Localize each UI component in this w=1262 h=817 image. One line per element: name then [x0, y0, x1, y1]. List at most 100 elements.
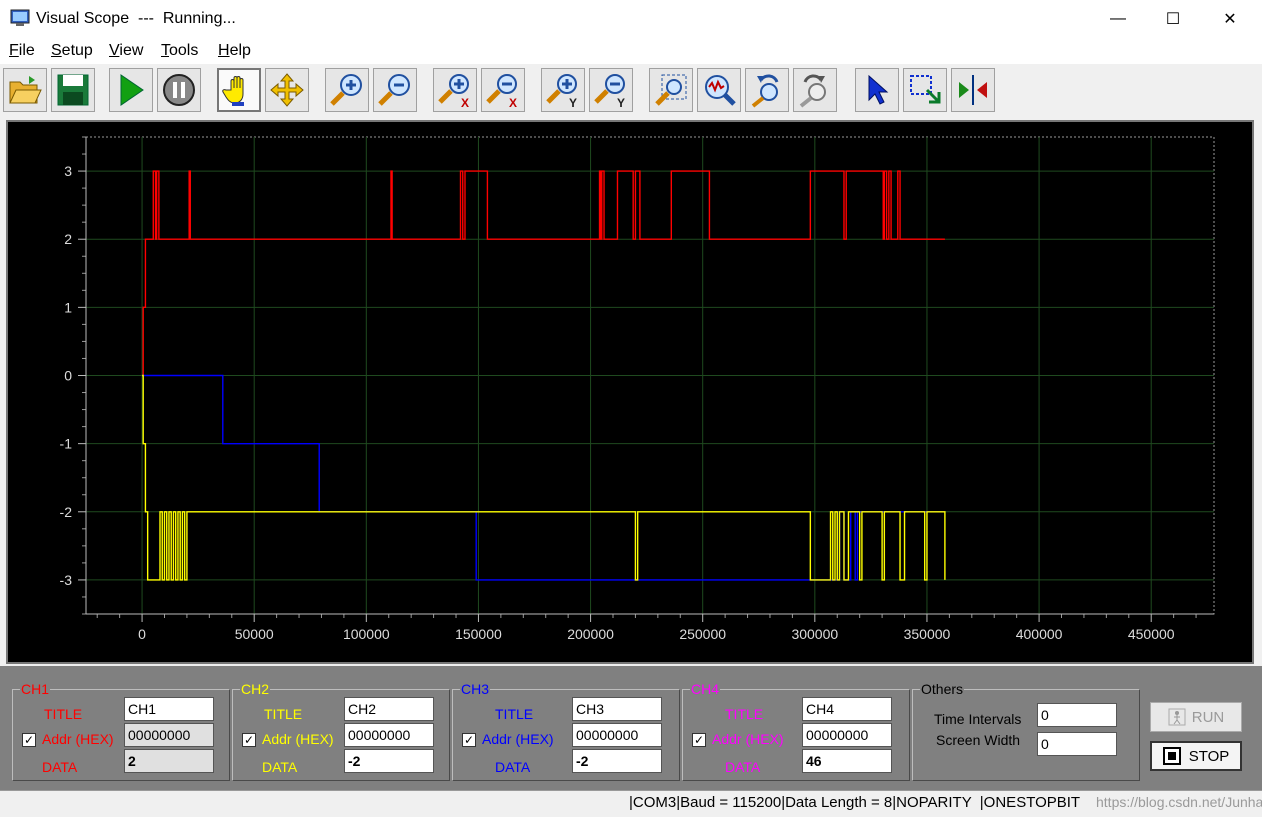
run-panel-button[interactable]: RUN [1150, 702, 1242, 732]
ch1-enable-checkbox[interactable]: ✓ [22, 733, 36, 747]
y-tick-label: -1 [60, 436, 73, 452]
y-axis: 3 2 1 0 -1 -2 -3 [60, 136, 87, 615]
minimize-icon: — [1110, 10, 1126, 27]
run-icon [120, 74, 144, 106]
zoom-redo-icon [799, 74, 826, 108]
ch4-group-title: CH4 [690, 681, 721, 697]
zoom-out-x-icon: X [486, 74, 517, 108]
select-area-button[interactable] [903, 68, 947, 112]
ch4-title-input[interactable] [802, 697, 892, 721]
screen-width-input[interactable] [1037, 732, 1117, 756]
menu-view[interactable]: View [109, 42, 143, 60]
ch1-title-label: TITLE [44, 706, 83, 722]
scope-chart[interactable]: 3 2 1 0 -1 -2 -3 0 50000 100000 150000 200000 25000… [6, 120, 1254, 664]
ch4-data-value [802, 749, 892, 773]
zoom-in-x-button[interactable]: X [433, 68, 477, 112]
ch2-enable-checkbox[interactable]: ✓ [242, 733, 256, 747]
x-tick-label: 250000 [679, 626, 726, 642]
ch4-data-label: DATA [725, 759, 761, 775]
zoom-in-button[interactable] [325, 68, 369, 112]
ch3-enable-checkbox[interactable]: ✓ [462, 733, 476, 747]
ch3-title-label: TITLE [495, 706, 534, 722]
x-axis: 0 50000 100000 150000 200000 250000 300000 3500… [86, 613, 1214, 642]
ch2-data-label: DATA [262, 759, 298, 775]
x-tick-label: 0 [138, 626, 146, 642]
zoom-out-button[interactable] [373, 68, 417, 112]
ch4-title-label: TITLE [725, 706, 764, 722]
x-tick-label: 450000 [1128, 626, 1175, 642]
ch2-addr-label: Addr (HEX) [262, 731, 334, 747]
menu-file[interactable]: File [9, 42, 35, 60]
x-tick-label: 350000 [904, 626, 951, 642]
ch3-data-label: DATA [495, 759, 531, 775]
zoom-in-icon [330, 74, 362, 106]
time-intervals-input[interactable] [1037, 703, 1117, 727]
toolbar: X X Y Y [0, 64, 1262, 116]
save-button[interactable] [51, 68, 95, 112]
svg-text:Y: Y [569, 96, 577, 108]
ch4-enable-checkbox[interactable]: ✓ [692, 733, 706, 747]
minimize-button[interactable]: — [1090, 0, 1146, 38]
menu-tools[interactable]: Tools [161, 42, 198, 60]
ch2-group-title: CH2 [240, 681, 271, 697]
zoom-undo-button[interactable] [745, 68, 789, 112]
zoom-fit-icon [655, 74, 687, 106]
ch1-data-value [124, 749, 214, 773]
y-tick-label: 2 [64, 231, 72, 247]
hand-pan-button[interactable] [217, 68, 261, 112]
ch3-addr-input[interactable] [572, 723, 662, 747]
x-tick-label: 200000 [567, 626, 614, 642]
svg-text:X: X [509, 96, 517, 108]
close-icon: ✕ [1223, 11, 1237, 28]
pointer-button[interactable] [855, 68, 899, 112]
cursor-measure-button[interactable] [951, 68, 995, 112]
maximize-icon: ☐ [1165, 11, 1181, 28]
ch4-addr-label: Addr (HEX) [712, 731, 784, 747]
ch2-title-input[interactable] [344, 697, 434, 721]
ch1-addr-input[interactable] [124, 723, 214, 747]
ch4-addr-input[interactable] [802, 723, 892, 747]
zoom-out-y-button[interactable]: Y [589, 68, 633, 112]
ch3-title-input[interactable] [572, 697, 662, 721]
move-icon [270, 73, 304, 107]
stop-panel-button[interactable]: STOP [1150, 741, 1242, 771]
maximize-button[interactable]: ☐ [1145, 0, 1201, 38]
zoom-fit-button[interactable] [649, 68, 693, 112]
close-button[interactable]: ✕ [1202, 0, 1258, 38]
ch3-group-title: CH3 [460, 681, 491, 697]
zoom-redo-button[interactable] [793, 68, 837, 112]
zoom-in-y-button[interactable]: Y [541, 68, 585, 112]
x-tick-label: 400000 [1016, 626, 1063, 642]
pointer-icon [868, 74, 889, 105]
svg-text:X: X [461, 96, 469, 108]
pause-icon [163, 74, 195, 106]
ch3-addr-label: Addr (HEX) [482, 731, 554, 747]
window-title: Visual Scope --- Running... [36, 10, 236, 27]
open-button[interactable] [3, 68, 47, 112]
menu-help[interactable]: Help [218, 42, 251, 60]
zoom-out-y-icon: Y [594, 74, 625, 108]
zoom-out-icon [378, 74, 410, 106]
y-tick-label: -2 [60, 504, 73, 520]
ch1-title-input[interactable] [124, 697, 214, 721]
pause-button[interactable] [157, 68, 201, 112]
move-button[interactable] [265, 68, 309, 112]
run-button[interactable] [109, 68, 153, 112]
screen-width-label: Screen Width [936, 732, 1021, 748]
y-tick-label: 3 [64, 163, 72, 179]
cursor-measure-icon [959, 75, 987, 105]
zoom-wave-button[interactable] [697, 68, 741, 112]
menu-setup[interactable]: Setup [51, 42, 93, 60]
ch2-addr-input[interactable] [344, 723, 434, 747]
zoom-undo-icon [751, 74, 779, 108]
series-2-trace [142, 374, 945, 581]
select-area-icon [910, 75, 941, 104]
chart-grid [86, 137, 1214, 614]
ch1-group-title: CH1 [20, 681, 51, 697]
zoom-in-x-icon: X [438, 74, 469, 108]
zoom-out-x-button[interactable]: X [481, 68, 525, 112]
time-intervals-label: Time Intervals [934, 711, 1022, 727]
x-tick-label: 300000 [791, 626, 838, 642]
app-icon [10, 9, 30, 27]
save-icon [57, 74, 89, 106]
